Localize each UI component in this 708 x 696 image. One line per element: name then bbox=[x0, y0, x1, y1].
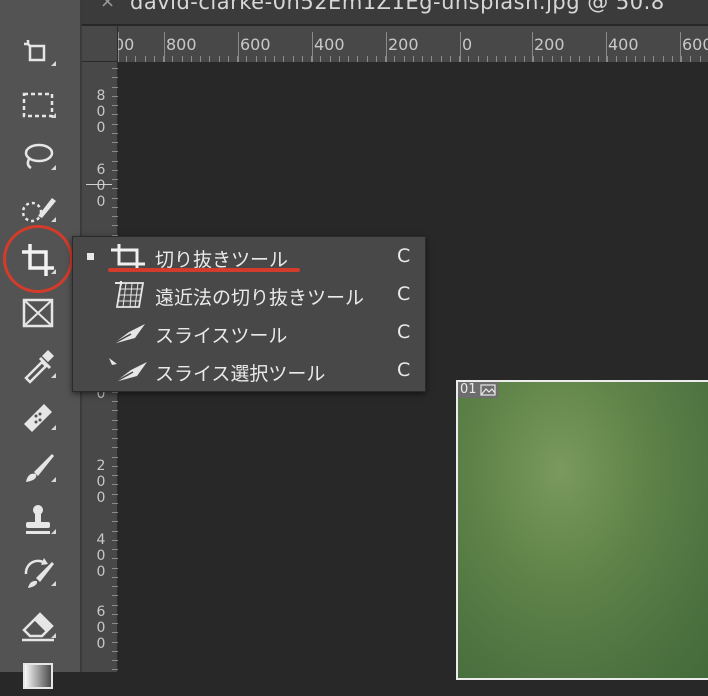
menu-item-shortcut: C bbox=[397, 283, 411, 305]
ruler-label: 600 bbox=[682, 35, 708, 54]
quick-selection-tool-icon[interactable] bbox=[12, 184, 64, 228]
tool-group-indicator bbox=[51, 529, 56, 534]
slice-select-icon bbox=[109, 358, 147, 383]
tool-group-indicator bbox=[51, 165, 56, 170]
tools-panel bbox=[0, 0, 80, 689]
ruler-label: 00 bbox=[118, 35, 135, 54]
menu-item-shortcut: C bbox=[397, 321, 411, 343]
clone-stamp-tool-icon[interactable] bbox=[12, 496, 64, 540]
ruler-corner[interactable] bbox=[82, 26, 118, 62]
brush-tool-icon[interactable] bbox=[12, 444, 64, 488]
document-title: david-clarke-0h52Em1Z1Eg-unsplash.jpg @ … bbox=[130, 0, 665, 14]
tool-group-indicator bbox=[51, 373, 56, 378]
gradient-tool-icon[interactable] bbox=[12, 652, 64, 696]
crop-tool-highlight-underline bbox=[108, 268, 300, 272]
frame-tool-icon[interactable] bbox=[12, 288, 64, 332]
eraser-tool-icon[interactable] bbox=[12, 600, 64, 644]
ruler-label: 200 bbox=[388, 35, 419, 54]
close-tab-icon[interactable]: × bbox=[100, 0, 115, 12]
ruler-label: 400 bbox=[608, 35, 639, 54]
tool-group-indicator bbox=[51, 425, 56, 430]
ruler-major-tick bbox=[312, 32, 313, 62]
horizontal-ruler[interactable]: 00 800 600 400 200 0 200 400 600 bbox=[118, 26, 708, 63]
spot-healing-brush-tool-icon[interactable] bbox=[12, 392, 64, 436]
menu-item-label: スライス選択ツール bbox=[155, 363, 326, 385]
perspective-crop-icon bbox=[115, 281, 145, 308]
ruler-label: 6 0 0 bbox=[96, 162, 106, 210]
ruler-label: 800 bbox=[166, 35, 197, 54]
menu-item-label: 遠近法の切り抜きツール bbox=[155, 287, 365, 309]
document-image[interactable] bbox=[456, 380, 708, 680]
crop-tool-flyout-menu: 切り抜きツール C 遠近法の切り抜きツール C スライスツール C スライス選択… bbox=[72, 236, 426, 392]
menu-item-perspective-crop-tool[interactable]: 遠近法の切り抜きツール C bbox=[73, 276, 425, 314]
selected-indicator bbox=[87, 253, 94, 260]
menu-item-shortcut: C bbox=[397, 359, 411, 381]
ruler-label: 0 bbox=[462, 35, 473, 54]
lasso-tool-icon[interactable] bbox=[12, 132, 64, 176]
ruler-label: 200 bbox=[534, 35, 565, 54]
slice-number: 01 bbox=[460, 382, 477, 397]
ruler-label: 8 0 0 bbox=[96, 88, 106, 136]
ruler-label: 4 0 0 bbox=[96, 532, 106, 580]
tool-group-indicator bbox=[51, 217, 56, 222]
menu-item-shortcut: C bbox=[397, 245, 411, 267]
tool-group-indicator bbox=[51, 61, 56, 66]
tool-group-indicator bbox=[51, 113, 56, 118]
tool-group-indicator bbox=[51, 581, 56, 586]
slice-badge: 01 bbox=[458, 382, 498, 398]
ruler-label: 2 0 0 bbox=[96, 458, 106, 506]
ruler-major-tick bbox=[460, 32, 461, 62]
crop-tool-highlight-circle bbox=[3, 225, 73, 293]
ruler-major-tick bbox=[164, 32, 165, 62]
ruler-label: 6 0 0 bbox=[96, 604, 106, 652]
ruler-guide-marker bbox=[86, 184, 112, 185]
ruler-label: 400 bbox=[314, 35, 345, 54]
ruler-major-tick bbox=[238, 32, 239, 62]
rectangular-marquee-tool-icon[interactable] bbox=[12, 80, 64, 124]
menu-item-slice-select-tool[interactable]: スライス選択ツール C bbox=[73, 352, 425, 390]
ruler-label: 600 bbox=[240, 35, 271, 54]
document-tab[interactable]: × david-clarke-0h52Em1Z1Eg-unsplash.jpg … bbox=[82, 0, 708, 25]
artboard-tool-icon[interactable] bbox=[12, 28, 64, 72]
ruler-major-tick bbox=[386, 32, 387, 62]
tool-group-indicator bbox=[51, 477, 56, 482]
slice-image-icon bbox=[479, 384, 496, 396]
menu-item-slice-tool[interactable]: スライスツール C bbox=[73, 314, 425, 352]
tool-group-indicator bbox=[51, 633, 56, 638]
slice-icon bbox=[112, 324, 145, 345]
menu-item-label: スライスツール bbox=[155, 325, 288, 347]
eyedropper-tool-icon[interactable] bbox=[12, 340, 64, 384]
history-brush-tool-icon[interactable] bbox=[12, 548, 64, 592]
